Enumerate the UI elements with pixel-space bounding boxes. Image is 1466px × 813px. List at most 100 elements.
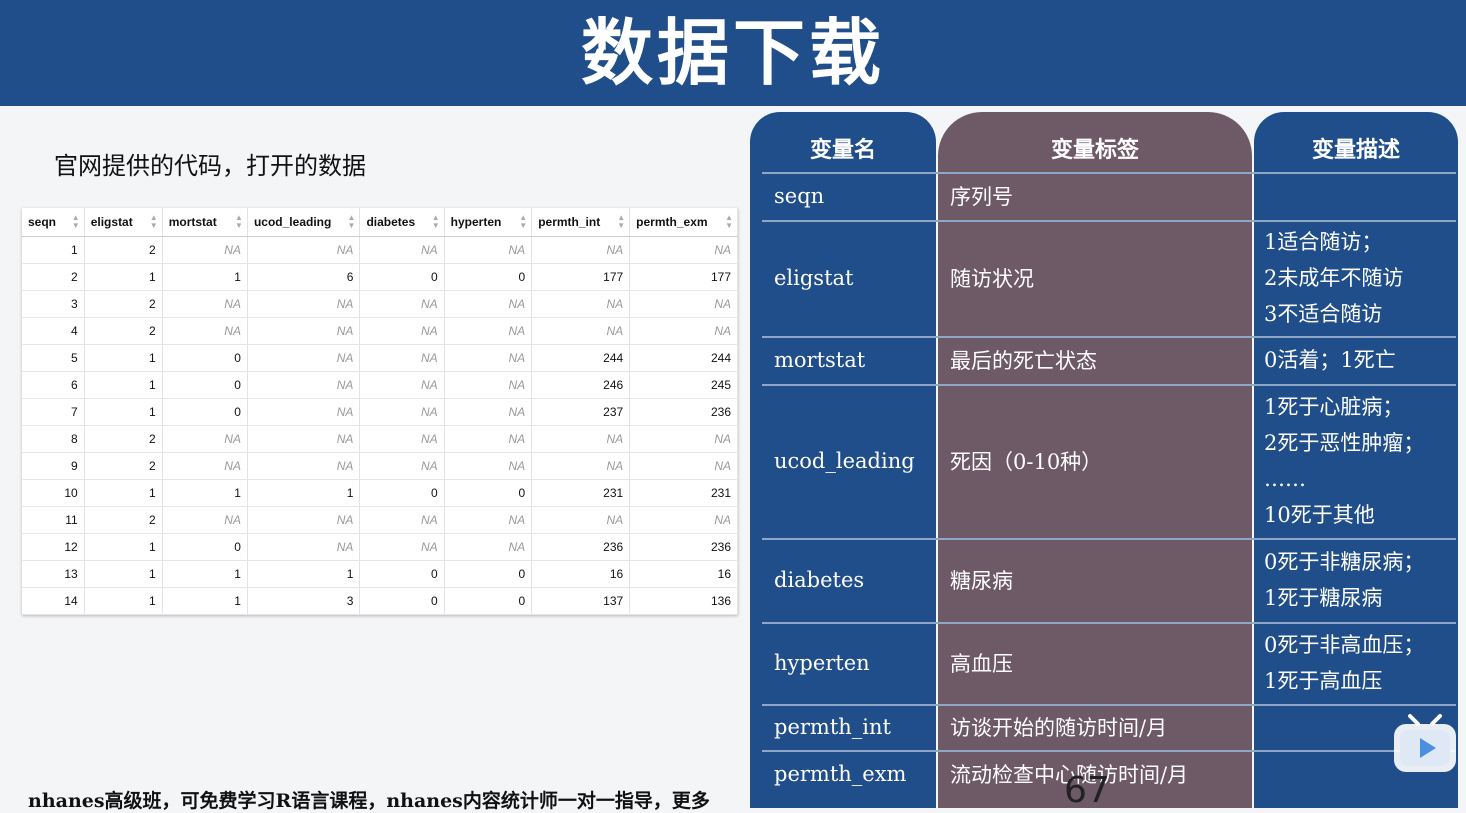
table-cell: NA <box>629 236 738 264</box>
table-row: 14 1 1 3 0 0 137 136 <box>22 587 738 615</box>
sort-arrows-icon[interactable]: ▲ ▼ <box>617 214 625 230</box>
table-cell: NA <box>629 317 738 345</box>
column-header-ucod-leading[interactable]: ucod_leading ▲ ▼ <box>247 208 361 237</box>
table-cell: NA <box>359 317 445 345</box>
table-cell: 137 <box>531 587 631 615</box>
table-cell: 1 <box>247 479 361 507</box>
table-cell: NA <box>531 236 631 264</box>
table-cell: 0 <box>444 263 533 291</box>
description-line: 1死于心脏病； <box>1264 395 1404 419</box>
description-line: 1死于高血压 <box>1264 669 1383 693</box>
slide-title: 数据下载 <box>580 11 885 95</box>
header-label: 变量标签 <box>1050 137 1139 163</box>
column-header-permth-int[interactable]: permth_int ▲ ▼ <box>531 208 631 237</box>
table-cell: 1 <box>162 263 248 291</box>
column-header-label: eligstat <box>90 215 133 229</box>
data-caption: 官网提供的代码，打开的数据 <box>54 152 366 180</box>
table-cell: 4 <box>22 317 85 345</box>
table-body: 1 2 NA NA NA NA NA NA 2 1 1 6 0 0 177 177 3 2 NA NA NA NA NA NA… <box>22 236 738 615</box>
column-header-label: diabetes <box>366 215 416 229</box>
table-cell: NA <box>247 452 361 480</box>
tv-play-icon[interactable] <box>1390 712 1460 776</box>
sort-arrows-icon[interactable]: ▲ ▼ <box>725 214 733 230</box>
table-row: 3 2 NA NA NA NA NA NA <box>22 290 738 318</box>
variable-label: 最后的死亡状态 <box>950 349 1097 373</box>
page-number: 67 <box>1064 770 1110 811</box>
table-cell: NA <box>629 425 738 453</box>
table-cell: 1 <box>84 560 163 588</box>
table-cell: NA <box>247 317 361 345</box>
table-cell: NA <box>444 452 533 480</box>
table-cell: 237 <box>531 398 631 426</box>
column-header-mortstat[interactable]: mortstat ▲ ▼ <box>162 208 248 237</box>
column-header-hyperten[interactable]: hyperten ▲ ▼ <box>444 208 533 237</box>
table-cell: 8 <box>22 425 85 453</box>
table-cell: NA <box>444 317 533 345</box>
table-cell: 0 <box>359 479 445 507</box>
table-cell: 6 <box>247 263 361 291</box>
table-cell: NA <box>359 371 445 399</box>
table-row: 5 1 0 NA NA NA 244 244 <box>22 344 738 372</box>
table-cell: 0 <box>359 560 445 588</box>
table-cell: NA <box>247 236 361 264</box>
header-name: 变量名 <box>809 137 876 163</box>
table-cell: NA <box>247 398 361 426</box>
table-cell: NA <box>247 371 361 399</box>
variable-dictionary: 变量名 变量标签 变量描述 seqn 序列号 eligstat 随访状况 1适合随访； 2… <box>750 112 1460 808</box>
table-cell: NA <box>359 344 445 372</box>
table-cell: NA <box>359 236 445 264</box>
table-cell: 236 <box>629 533 738 561</box>
variable-label: 访谈开始的随访时间/月 <box>950 716 1168 740</box>
table-cell: NA <box>444 371 533 399</box>
table-cell: 244 <box>531 344 631 372</box>
table-cell: 14 <box>22 587 85 615</box>
column-header-eligstat[interactable]: eligstat ▲ ▼ <box>84 208 163 237</box>
table-cell: 2 <box>84 290 163 318</box>
table-cell: 0 <box>162 398 248 426</box>
table-cell: NA <box>444 290 533 318</box>
table-row: 2 1 1 6 0 0 177 177 <box>22 263 738 291</box>
table-cell: 0 <box>162 533 248 561</box>
table-cell: 177 <box>629 263 738 291</box>
variable-label: 糖尿病 <box>950 569 1013 593</box>
table-row: 12 1 0 NA NA NA 236 236 <box>22 533 738 561</box>
description-line: 0活着；1死亡 <box>1264 348 1396 372</box>
sort-arrows-icon[interactable]: ▲ ▼ <box>235 214 243 230</box>
sort-arrows-icon[interactable]: ▲ ▼ <box>519 214 527 230</box>
sort-arrows-icon[interactable]: ▲ ▼ <box>150 214 158 230</box>
table-row: 11 2 NA NA NA NA NA NA <box>22 506 738 534</box>
table-cell: NA <box>247 506 361 534</box>
sort-arrows-icon[interactable]: ▲ ▼ <box>432 214 440 230</box>
table-cell: NA <box>162 452 248 480</box>
table-cell: 7 <box>22 398 85 426</box>
column-header-seqn[interactable]: seqn ▲ ▼ <box>22 208 85 237</box>
table-cell: NA <box>359 398 445 426</box>
table-cell: 16 <box>531 560 631 588</box>
sort-arrows-icon[interactable]: ▲ ▼ <box>72 214 80 230</box>
table-cell: NA <box>531 452 631 480</box>
description-line: 0死于非糖尿病； <box>1264 550 1425 574</box>
sort-arrows-icon[interactable]: ▲ ▼ <box>348 214 356 230</box>
table-cell: NA <box>359 425 445 453</box>
table-cell: 1 <box>84 371 163 399</box>
column-header-label: ucod_leading <box>253 215 332 229</box>
column-header-label: permth_exm <box>636 215 708 229</box>
column-header-permth-exm[interactable]: permth_exm ▲ ▼ <box>629 208 738 237</box>
column-header-label: seqn <box>28 215 57 229</box>
variable-name: permth_exm <box>774 762 907 786</box>
column-header-diabetes[interactable]: diabetes ▲ ▼ <box>359 208 445 237</box>
description-line: 2未成年不随访 <box>1264 266 1404 290</box>
variable-name: mortstat <box>774 348 866 372</box>
variable-name: eligstat <box>774 266 854 290</box>
table-cell: NA <box>247 344 361 372</box>
table-cell: 10 <box>22 479 85 507</box>
table-cell: NA <box>444 344 533 372</box>
description-line: 3不适合随访 <box>1264 302 1383 326</box>
table-cell: 13 <box>22 560 85 588</box>
table-cell: NA <box>247 533 361 561</box>
table-cell: NA <box>162 317 248 345</box>
table-cell: NA <box>359 533 445 561</box>
variable-description: 0死于非高血压； 1死于高血压 <box>1264 622 1460 704</box>
variable-name: permth_int <box>774 715 891 739</box>
table-cell: 136 <box>629 587 738 615</box>
